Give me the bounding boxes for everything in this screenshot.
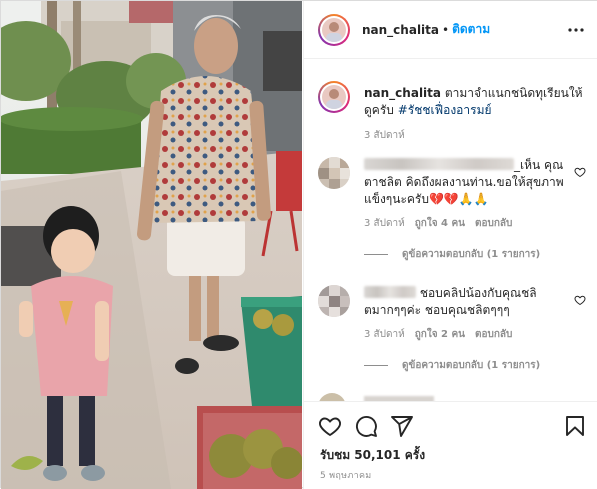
post-side-panel: nan_chalita • ติดตาม nan_chalita ตามาจำแ…: [303, 1, 597, 489]
replies-line: [364, 365, 388, 366]
avatar-image: [322, 17, 346, 42]
comment-timestamp[interactable]: 3 สัปดาห์: [364, 327, 405, 342]
comment-meta: 3 สัปดาห์ ถูกใจ 2 คน ตอบกลับ: [364, 327, 586, 342]
more-options-icon[interactable]: [567, 21, 585, 39]
view-replies-button[interactable]: ดูข้อความตอบกลับ (1 รายการ): [364, 247, 586, 262]
comment-username-visible[interactable]: _เห็น: [514, 158, 540, 172]
comment-likes-count[interactable]: ถูกใจ 2 คน: [415, 327, 465, 342]
blurred-username: [364, 158, 514, 170]
comment-text: _เห็น คุณตาชลิต คิดถึงผลงานท่าน.ขอให้สุข…: [364, 157, 586, 208]
comment-meta: 3 สัปดาห์ ถูกใจ 4 คน ตอบกลับ: [364, 216, 586, 231]
post-caption: nan_chalita ตามาจำแนกชนิดทุเรียนให้ดูครั…: [318, 81, 588, 143]
comment-avatar[interactable]: [318, 285, 350, 317]
header-username[interactable]: nan_chalita: [362, 23, 439, 37]
separator-dot: •: [442, 22, 450, 37]
view-replies-label: ดูข้อความตอบกลับ (1 รายการ): [402, 249, 541, 260]
comment-timestamp[interactable]: 3 สัปดาห์: [364, 216, 405, 231]
post-actions: รับชม 50,101 ครั้ง 5 พฤษภาคม: [304, 401, 597, 489]
next-comment-peek: [318, 393, 586, 401]
avatar-frame: [320, 15, 348, 44]
caption-text: nan_chalita ตามาจำแนกชนิดทุเรียนให้ดูครั…: [364, 81, 588, 119]
post-video[interactable]: [1, 1, 302, 489]
comment-likes-count[interactable]: ถูกใจ 4 คน: [415, 216, 465, 231]
post-date[interactable]: 5 พฤษภาคม: [320, 468, 372, 482]
comment-avatar[interactable]: [318, 157, 350, 189]
follow-button[interactable]: ติดตาม: [452, 20, 490, 39]
view-count[interactable]: รับชม 50,101 ครั้ง: [320, 446, 425, 465]
blurred-username: [364, 286, 416, 298]
replies-line: [364, 254, 388, 255]
comments-list[interactable]: nan_chalita ตามาจำแนกชนิดทุเรียนให้ดูครั…: [304, 59, 597, 401]
comment-like-icon[interactable]: [574, 291, 586, 306]
bookmark-icon[interactable]: [563, 414, 587, 438]
comment-item: ชอบคลิปน้องกับคุณชลิตมากๆๆค่ะ ชอบคุณชลิต…: [318, 285, 586, 373]
paper-plane-icon[interactable]: [390, 414, 414, 438]
comment-reply-button[interactable]: ตอบกลับ: [475, 327, 512, 342]
post-header: nan_chalita • ติดตาม: [304, 1, 597, 59]
avatar[interactable]: [318, 13, 350, 46]
comment-icon[interactable]: [354, 414, 378, 438]
comment-like-icon[interactable]: [574, 163, 586, 178]
comment-avatar-peek: [318, 393, 346, 401]
caption-timestamp[interactable]: 3 สัปดาห์: [364, 128, 588, 143]
caption-avatar-frame: [320, 83, 348, 111]
comment-reply-button[interactable]: ตอบกลับ: [475, 216, 512, 231]
caption-username[interactable]: nan_chalita: [364, 86, 441, 100]
heart-outline-icon[interactable]: [318, 414, 342, 438]
view-replies-button[interactable]: ดูข้อความตอบกลับ (1 รายการ): [364, 358, 586, 373]
comment-text: ชอบคลิปน้องกับคุณชลิตมากๆๆค่ะ ชอบคุณชลิต…: [364, 285, 586, 319]
caption-hashtag[interactable]: #รัชชเฟื่องอารมย์: [398, 103, 492, 117]
video-frame: [1, 1, 302, 489]
instagram-post: nan_chalita • ติดตาม nan_chalita ตามาจำแ…: [0, 0, 597, 489]
caption-avatar[interactable]: [318, 81, 350, 113]
comment-item: _เห็น คุณตาชลิต คิดถึงผลงานท่าน.ขอให้สุข…: [318, 157, 586, 262]
caption-avatar-image: [322, 85, 346, 109]
view-replies-label: ดูข้อความตอบกลับ (1 รายการ): [402, 360, 541, 371]
